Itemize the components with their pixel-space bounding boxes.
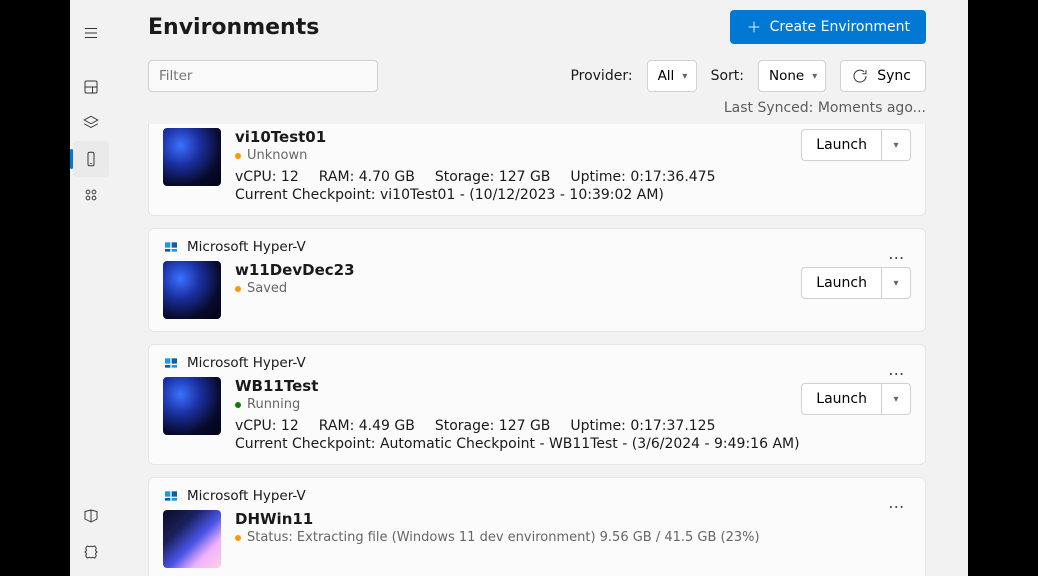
environments-icon[interactable] [73,141,109,177]
page-title: Environments [148,15,319,40]
uptime-value: 0:17:36.475 [630,169,715,185]
ram-label: RAM: [319,418,355,434]
storage-label: Storage: [435,169,495,185]
hyperv-icon [163,488,179,504]
environments-list[interactable]: vi10Test01 Unknown vCPU: 12 RAM: 4.70 GB… [112,124,968,576]
sort-value: None [769,68,804,84]
launch-button[interactable]: Launch [801,383,881,415]
chevron-down-icon: ▾ [893,140,898,151]
sort-label: Sort: [711,68,744,84]
uptime-label: Uptime: [570,169,625,185]
layers-icon[interactable] [73,105,109,141]
ram-value: 4.70 GB [359,169,415,185]
vcpu-label: vCPU: [235,418,276,434]
filter-input[interactable] [148,60,378,92]
provider-dropdown[interactable]: All ▾ [647,60,697,92]
hyperv-icon [163,239,179,255]
vcpu-value: 12 [281,169,299,185]
create-environment-button[interactable]: Create Environment [730,10,926,44]
status-dot-icon [235,286,241,292]
checkpoint-value: Automatic Checkpoint - WB11Test - (3/6/2… [380,436,800,452]
extensions-icon[interactable] [73,177,109,213]
dashboard-icon[interactable] [73,69,109,105]
uptime-value: 0:17:37.125 [630,418,715,434]
storage-value: 127 GB [499,169,551,185]
environment-card: Microsoft Hyper-V … WB11Test Running vCP… [148,344,926,465]
sync-label: Sync [877,68,911,84]
environment-card: vi10Test01 Unknown vCPU: 12 RAM: 4.70 GB… [148,124,926,216]
environment-status: Unknown [247,148,307,163]
environment-card: Microsoft Hyper-V … w11DevDec23 Saved La… [148,228,926,332]
launch-dropdown-button[interactable]: ▾ [881,129,911,161]
launch-button[interactable]: Launch [801,267,881,299]
environment-status: Saved [247,281,287,296]
provider-value: All [658,68,675,84]
environment-status: Status: Extracting file (Windows 11 dev … [247,530,760,545]
ram-value: 4.49 GB [359,418,415,434]
status-dot-icon [235,153,241,159]
more-button[interactable]: … [883,355,911,383]
storage-value: 127 GB [499,418,551,434]
create-environment-label: Create Environment [770,19,910,35]
provider-label: Provider: [570,68,632,84]
chevron-down-icon: ▾ [893,278,898,289]
environment-thumbnail [163,510,221,568]
chevron-down-icon: ▾ [893,394,898,405]
environment-thumbnail [163,261,221,319]
sort-dropdown[interactable]: None ▾ [758,60,826,92]
more-button[interactable]: … [883,488,911,516]
more-button[interactable]: … [883,239,911,267]
menu-icon[interactable] [73,15,109,51]
status-dot-icon [235,402,241,408]
checkpoint-label: Current Checkpoint: [235,187,376,203]
ram-label: RAM: [319,169,355,185]
environment-thumbnail [163,377,221,435]
environment-card: Microsoft Hyper-V … DHWin11 Status: Extr… [148,477,926,576]
last-synced-text: Last Synced: Moments ago... [112,96,968,124]
status-dot-icon [235,535,241,541]
vcpu-label: vCPU: [235,169,276,185]
chevron-down-icon: ▾ [682,71,687,82]
provider-name: Microsoft Hyper-V [187,488,306,504]
vcpu-value: 12 [281,418,299,434]
provider-name: Microsoft Hyper-V [187,239,306,255]
sidebar [70,0,112,576]
uptime-label: Uptime: [570,418,625,434]
sync-button[interactable]: Sync [840,60,926,92]
settings-icon[interactable] [73,534,109,570]
environment-thumbnail [163,128,221,186]
launch-button[interactable]: Launch [801,129,881,161]
chevron-down-icon: ▾ [812,71,817,82]
checkpoint-value: vi10Test01 - (10/12/2023 - 10:39:02 AM) [380,187,664,203]
environment-name: DHWin11 [235,510,911,528]
provider-name: Microsoft Hyper-V [187,355,306,371]
checkpoint-label: Current Checkpoint: [235,436,376,452]
launch-dropdown-button[interactable]: ▾ [881,383,911,415]
feedback-icon[interactable] [73,498,109,534]
launch-dropdown-button[interactable]: ▾ [881,267,911,299]
environment-status: Running [247,397,300,412]
hyperv-icon [163,355,179,371]
storage-label: Storage: [435,418,495,434]
